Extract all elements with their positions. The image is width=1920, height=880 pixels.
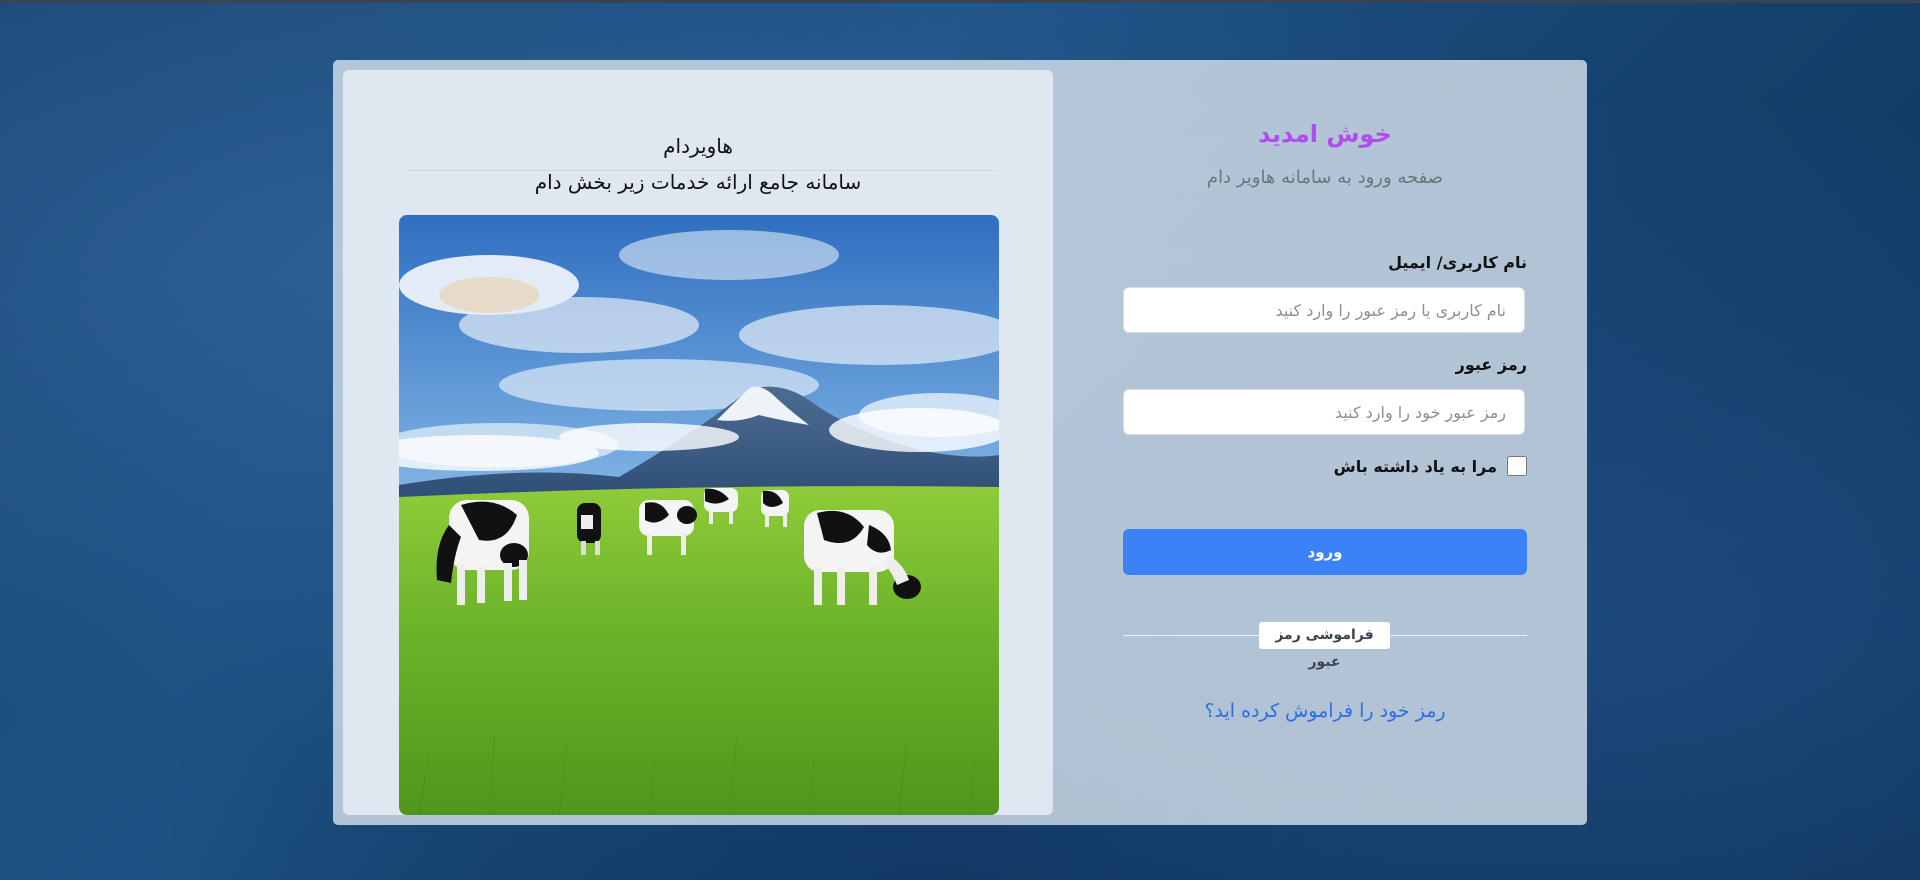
remember-me-label: مرا به یاد داشته باش <box>1333 456 1497 476</box>
login-subtitle: صفحه ورود به سامانه هاویر دام <box>1206 167 1444 188</box>
password-label: رمز عبور <box>1455 355 1527 374</box>
username-input[interactable] <box>1123 287 1525 333</box>
info-panel: هاویردام سامانه جامع ارائه خدمات زیر بخش… <box>343 70 1053 815</box>
password-input[interactable] <box>1123 389 1525 435</box>
username-label: نام کاربری/ ایمیل <box>1388 253 1527 272</box>
brand-name: هاویردام <box>663 134 733 158</box>
login-card: هاویردام سامانه جامع ارائه خدمات زیر بخش… <box>333 60 1587 825</box>
remember-me-checkbox[interactable] <box>1507 456 1527 476</box>
hero-image <box>399 215 999 815</box>
remember-me-row: مرا به یاد داشته باش <box>1334 456 1527 476</box>
cows-grazing-meadow-illustration <box>399 215 999 815</box>
login-form: خوش امدید صفحه ورود به سامانه هاویر دام … <box>1123 60 1527 825</box>
brand-tagline: سامانه جامع ارائه خدمات زیر بخش دام <box>534 170 862 194</box>
browser-top-strip <box>0 0 1920 3</box>
forgot-password-separator-label: فراموشی رمز عبور <box>1259 622 1390 670</box>
forgot-password-link[interactable]: رمز خود را فراموش کرده اید؟ <box>1123 700 1527 722</box>
login-button[interactable]: ورود <box>1123 529 1527 575</box>
welcome-title: خوش امدید <box>1258 120 1392 148</box>
